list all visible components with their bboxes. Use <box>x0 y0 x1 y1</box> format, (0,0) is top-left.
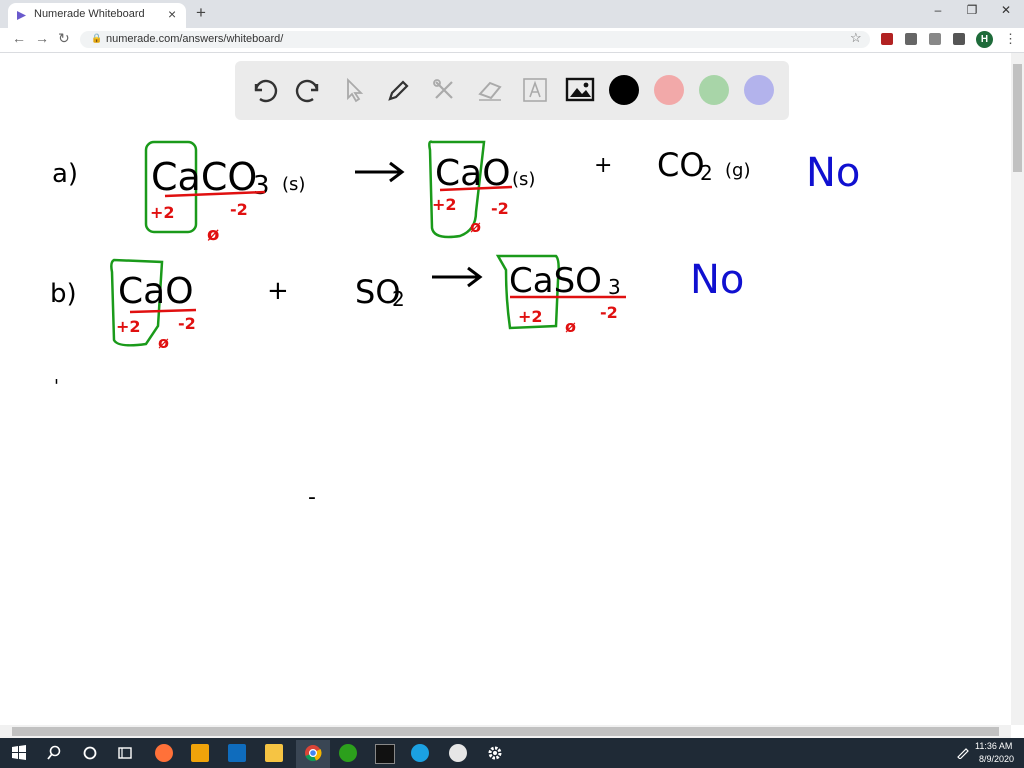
stray-mark-2: - <box>308 485 316 510</box>
ox-ca: +2 <box>150 203 175 222</box>
reader-extension-icon[interactable] <box>905 33 917 45</box>
back-icon[interactable]: ← <box>12 30 26 46</box>
ox-r1-o: -2 <box>178 314 196 333</box>
product-subscript: 3 <box>608 275 621 299</box>
lock-icon: 🔒 <box>91 33 103 43</box>
ox-p1-o: -2 <box>491 199 509 218</box>
terminal-icon[interactable] <box>375 744 395 764</box>
new-tab-button[interactable]: + <box>196 3 206 23</box>
forward-icon[interactable]: → <box>35 30 49 46</box>
ox-p1-ca: +2 <box>432 195 457 214</box>
reactant1-formula: CaO <box>118 271 194 312</box>
store-icon[interactable] <box>191 744 209 762</box>
stray-mark-1: ' <box>54 376 59 397</box>
product2-subscript: 2 <box>700 161 713 185</box>
product2-state: (g) <box>725 160 750 181</box>
pdf-extension-icon[interactable] <box>881 33 893 45</box>
ox-p-ca: +2 <box>518 307 543 326</box>
plus-b: + <box>267 276 289 306</box>
copy-extension-icon[interactable] <box>929 33 941 45</box>
file-explorer-icon[interactable] <box>265 744 283 762</box>
quickbooks-icon[interactable] <box>339 744 357 762</box>
handwriting-layer: a) CaCO 3 (s) +2 ø -2 CaO (s) +2 ø -2 + … <box>50 140 860 510</box>
horizontal-scroll-thumb[interactable] <box>12 727 999 736</box>
restore-button[interactable]: ❐ <box>962 3 982 17</box>
task-view-icon[interactable] <box>116 744 134 762</box>
browser-menu-icon[interactable]: ⋮ <box>1004 31 1017 47</box>
reload-icon[interactable]: ↻ <box>58 30 70 47</box>
ox-o: -2 <box>230 200 248 219</box>
tab-close-icon[interactable]: × <box>168 6 176 22</box>
search-icon[interactable] <box>45 744 63 762</box>
chrome-icon[interactable] <box>304 744 322 762</box>
ox-p-o: -2 <box>600 303 618 322</box>
product-formula: CaSO <box>509 261 602 301</box>
numerade-favicon-icon <box>17 11 26 20</box>
clock-time[interactable]: 11:36 AM <box>975 741 1012 751</box>
profile-avatar[interactable]: H <box>976 31 993 48</box>
product1-state: (s) <box>512 169 535 190</box>
minimize-button[interactable]: – <box>928 3 948 17</box>
reactant-subscript: 3 <box>253 171 270 201</box>
answer-a: No <box>806 150 860 196</box>
mail-icon[interactable] <box>228 744 246 762</box>
close-window-button[interactable]: ✕ <box>996 3 1016 17</box>
clock-date[interactable]: 8/9/2020 <box>979 754 1014 764</box>
answer-b: No <box>690 257 744 303</box>
arrow-b <box>432 266 483 288</box>
pen-workspace-icon[interactable] <box>956 745 970 759</box>
arrow-a <box>355 161 405 183</box>
ox-p1-c: ø <box>470 217 481 236</box>
product2-formula: CO <box>657 146 705 184</box>
plus-a: + <box>594 153 612 178</box>
url-text[interactable]: numerade.com/answers/whiteboard/ <box>106 33 283 45</box>
bookmark-star-icon[interactable]: ☆ <box>850 30 862 46</box>
cortana-icon[interactable] <box>81 744 99 762</box>
windows-taskbar <box>0 738 1024 768</box>
reactant-state: (s) <box>282 174 305 195</box>
settings-icon[interactable] <box>486 744 504 762</box>
edge-icon[interactable] <box>411 744 429 762</box>
vertical-scroll-thumb[interactable] <box>1013 64 1022 172</box>
tab-title: Numerade Whiteboard <box>34 8 145 20</box>
windows-start-icon[interactable] <box>10 744 28 762</box>
extensions-puzzle-icon[interactable] <box>953 33 965 45</box>
ox-c: ø <box>207 224 219 245</box>
ox-p-mid: ø <box>565 317 576 336</box>
reactant2-subscript: 2 <box>392 287 405 311</box>
ox-r1-ca: +2 <box>116 317 141 336</box>
app-icon[interactable] <box>449 744 467 762</box>
part-b-label: b) <box>50 279 77 309</box>
part-a-label: a) <box>52 159 78 189</box>
browser-tab[interactable]: Numerade Whiteboard × <box>8 3 186 28</box>
ox-r1-mid: ø <box>158 333 169 352</box>
firefox-icon[interactable] <box>155 744 173 762</box>
